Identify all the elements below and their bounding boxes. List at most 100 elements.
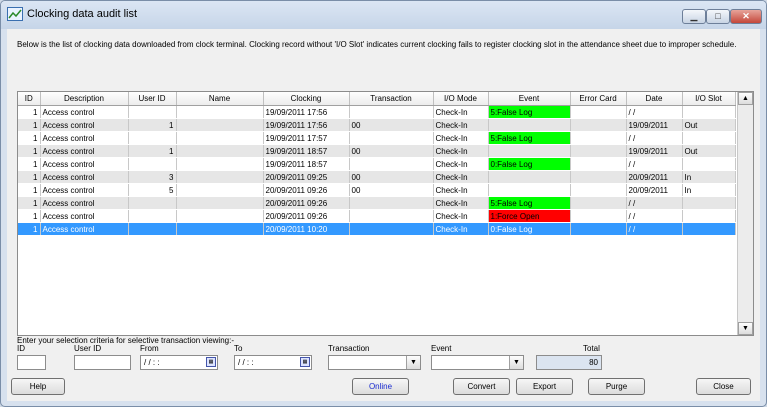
column-header[interactable]: Event xyxy=(488,92,571,106)
table-row[interactable]: 1 Access control 19/09/2011 17:57 Check-In 5… xyxy=(18,131,736,145)
cell-io-slot xyxy=(682,222,736,236)
table-header: ID Description User ID Name Clocking Transact… xyxy=(18,92,736,106)
calendar-icon[interactable]: ▦ xyxy=(206,357,216,367)
column-header[interactable]: Error Card xyxy=(570,92,627,106)
cell-user-id: 1 xyxy=(128,118,177,132)
convert-button[interactable]: Convert xyxy=(453,378,510,395)
cell-clocking: 20/09/2011 09:25 xyxy=(263,170,350,184)
cell-date: / / xyxy=(626,196,683,210)
app-icon xyxy=(7,7,23,21)
purge-button[interactable]: Purge xyxy=(588,378,645,395)
cell-description: Access control xyxy=(40,118,129,132)
id-field[interactable] xyxy=(17,355,46,370)
window-title: Clocking data audit list xyxy=(27,8,138,20)
cell-name xyxy=(176,144,264,158)
event-label: Event xyxy=(431,344,452,353)
cell-id: 1 xyxy=(18,131,41,145)
table-row[interactable]: 1 Access control 19/09/2011 18:57 Check-In 0… xyxy=(18,157,736,171)
scroll-up-icon[interactable]: ▲ xyxy=(738,92,753,105)
table-row[interactable]: 1 Access control 20/09/2011 10:20 Check-In 0… xyxy=(18,222,736,236)
online-button[interactable]: Online xyxy=(352,378,409,395)
column-header[interactable]: Clocking xyxy=(263,92,350,106)
table-row[interactable]: 1 Access control 20/09/2011 09:26 Check-In 5… xyxy=(18,196,736,210)
cell-io-mode: Check-In xyxy=(433,131,489,145)
cell-date: / / xyxy=(626,131,683,145)
cell-io-mode: Check-In xyxy=(433,157,489,171)
cell-transaction: 00 xyxy=(349,170,434,184)
title-bar[interactable]: Clocking data audit list ▁ □ ✕ xyxy=(1,1,766,29)
column-header[interactable]: Description xyxy=(40,92,129,106)
maximize-button[interactable]: □ xyxy=(706,9,730,24)
dropdown-arrow-icon[interactable]: ▼ xyxy=(509,356,523,369)
cell-description: Access control xyxy=(40,170,129,184)
cell-description: Access control xyxy=(40,144,129,158)
cell-user-id xyxy=(128,131,177,145)
cell-user-id xyxy=(128,209,177,223)
cell-io-slot xyxy=(682,209,736,223)
clocking-table: ID Description User ID Name Clocking Transact… xyxy=(18,92,736,236)
cell-id: 1 xyxy=(18,183,41,197)
cell-error-card xyxy=(570,222,627,236)
cell-io-mode: Check-In xyxy=(433,196,489,210)
cell-user-id xyxy=(128,157,177,171)
column-header[interactable]: Date xyxy=(626,92,683,106)
column-header[interactable]: I/O Mode xyxy=(433,92,489,106)
cell-event xyxy=(488,170,571,184)
user-id-field[interactable] xyxy=(74,355,131,370)
table-row[interactable]: 1 Access control 20/09/2011 09:26 Check-In 1… xyxy=(18,209,736,223)
to-date-value: / / : : xyxy=(238,358,254,367)
user-id-label: User ID xyxy=(74,344,102,353)
clocking-grid[interactable]: ID Description User ID Name Clocking Transact… xyxy=(17,91,754,336)
cell-user-id: 1 xyxy=(128,144,177,158)
dropdown-arrow-icon[interactable]: ▼ xyxy=(406,356,420,369)
client-area: Below is the list of clocking data downl… xyxy=(7,29,760,401)
cell-date: 19/09/2011 xyxy=(626,118,683,132)
to-date-field[interactable]: / / : : ▦ xyxy=(234,355,312,370)
column-header[interactable]: ID xyxy=(18,92,41,106)
cell-event xyxy=(488,144,571,158)
table-row[interactable]: 1 Access control 3 20/09/2011 09:25 00 Check-… xyxy=(18,170,736,184)
cell-event: 0:False Log xyxy=(488,157,571,171)
cell-date: / / xyxy=(626,209,683,223)
scroll-down-icon[interactable]: ▼ xyxy=(738,322,753,335)
cell-description: Access control xyxy=(40,196,129,210)
column-header[interactable]: Name xyxy=(176,92,264,106)
cell-io-mode: Check-In xyxy=(433,170,489,184)
transaction-select[interactable]: ▼ xyxy=(328,355,421,370)
cell-io-mode: Check-In xyxy=(433,144,489,158)
filter-heading: Enter your selection criteria for select… xyxy=(17,336,234,345)
cell-clocking: 20/09/2011 10:20 xyxy=(263,222,350,236)
calendar-icon[interactable]: ▦ xyxy=(300,357,310,367)
column-header[interactable]: I/O Slot xyxy=(682,92,736,106)
cell-id: 1 xyxy=(18,222,41,236)
cell-io-mode: Check-In xyxy=(433,183,489,197)
cell-event: 5:False Log xyxy=(488,196,571,210)
cell-event: 1:Force Open xyxy=(488,209,571,223)
cell-description: Access control xyxy=(40,131,129,145)
column-header[interactable]: User ID xyxy=(128,92,177,106)
vertical-scrollbar[interactable]: ▲ ▼ xyxy=(737,92,753,335)
cell-io-slot xyxy=(682,196,736,210)
table-row[interactable]: 1 Access control 19/09/2011 17:56 Check-In 5… xyxy=(18,105,736,119)
cell-transaction: 00 xyxy=(349,118,434,132)
cell-user-id: 5 xyxy=(128,183,177,197)
from-date-field[interactable]: / / : : ▦ xyxy=(140,355,218,370)
cell-user-id xyxy=(128,222,177,236)
table-row[interactable]: 1 Access control 1 19/09/2011 17:56 00 Check-… xyxy=(18,118,736,132)
minimize-button[interactable]: ▁ xyxy=(682,9,706,24)
cell-io-slot xyxy=(682,131,736,145)
cell-name xyxy=(176,118,264,132)
close-window-button[interactable]: ✕ xyxy=(730,9,762,24)
event-select[interactable]: ▼ xyxy=(431,355,524,370)
audit-window: Clocking data audit list ▁ □ ✕ Below is … xyxy=(0,0,767,407)
column-header[interactable]: Transaction xyxy=(349,92,434,106)
table-row[interactable]: 1 Access control 5 20/09/2011 09:26 00 Check-… xyxy=(18,183,736,197)
cell-io-mode: Check-In xyxy=(433,209,489,223)
table-row[interactable]: 1 Access control 1 19/09/2011 18:57 00 Check-… xyxy=(18,144,736,158)
cell-clocking: 19/09/2011 17:56 xyxy=(263,118,350,132)
cell-clocking: 20/09/2011 09:26 xyxy=(263,196,350,210)
help-button[interactable]: Help xyxy=(11,378,65,395)
close-button[interactable]: Close xyxy=(696,378,751,395)
from-label: From xyxy=(140,344,159,353)
export-button[interactable]: Export xyxy=(516,378,573,395)
